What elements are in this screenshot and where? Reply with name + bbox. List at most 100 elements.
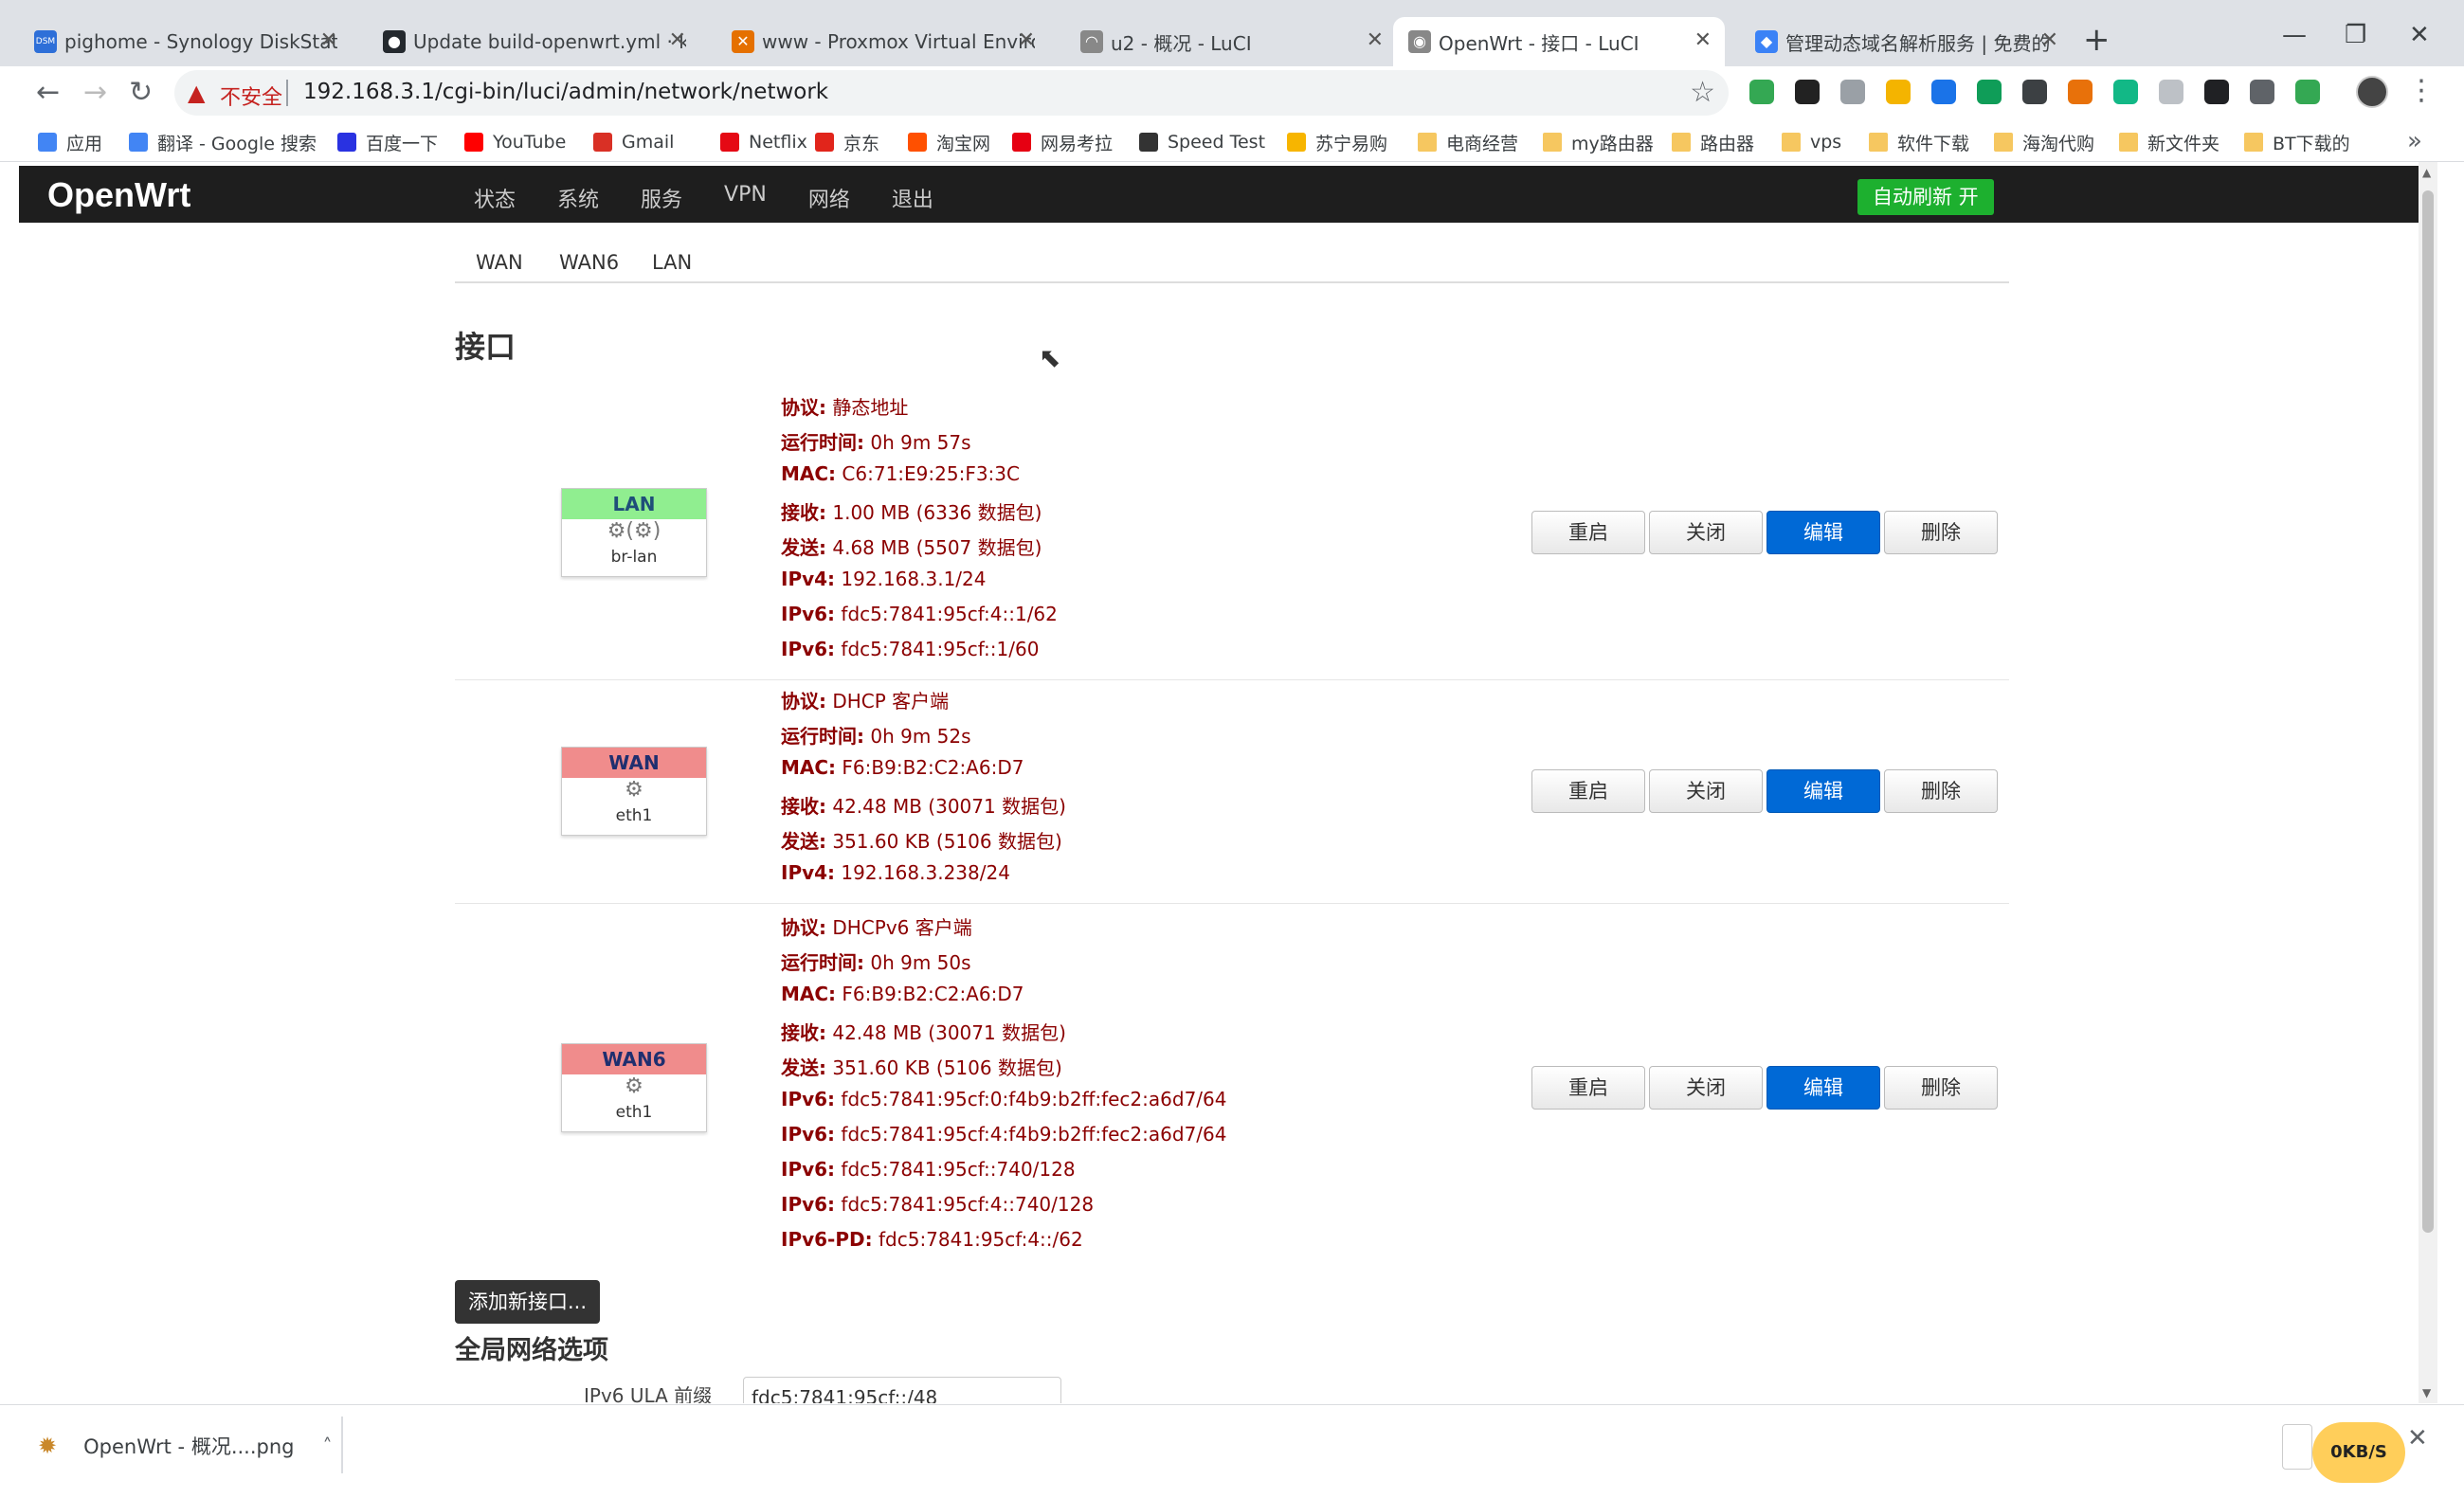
- extension-icon[interactable]: [2159, 80, 2183, 104]
- network-speed-widget[interactable]: 0KB/S: [2312, 1422, 2405, 1483]
- shield-extension-icon[interactable]: [1977, 80, 2002, 104]
- browser-tab[interactable]: ◉ OpenWrt - 接口 - LuCI ✕: [1393, 17, 1725, 66]
- edit-button[interactable]: 编辑: [1766, 511, 1880, 554]
- scroll-thumb[interactable]: [2422, 190, 2434, 1233]
- stop-button[interactable]: 关闭: [1649, 1066, 1763, 1110]
- bookmark-item[interactable]: 百度一下: [337, 129, 438, 155]
- auto-refresh-toggle[interactable]: 自动刷新 开: [1857, 179, 1994, 215]
- bookmark-item[interactable]: 海淘代购: [1994, 129, 2094, 155]
- browser-tab[interactable]: ◆ 管理动态域名解析服务 | 免费的 ✕: [1740, 17, 2072, 66]
- info-line: IPv6: fdc5:7841:95cf:4::740/128: [781, 1193, 1226, 1228]
- more-bookmarks-icon[interactable]: »: [2407, 127, 2422, 155]
- browser-tab[interactable]: ● Update build-openwrt.yml · ke ✕: [368, 17, 699, 66]
- info-line: MAC: C6:71:E9:25:F3:3C: [781, 462, 1058, 497]
- scroll-up-icon[interactable]: ▲: [2422, 166, 2431, 179]
- delete-button[interactable]: 删除: [1884, 1066, 1998, 1110]
- bookmark-item[interactable]: Gmail: [593, 129, 674, 155]
- extension-icon[interactable]: [2068, 80, 2093, 104]
- bookmark-label: 网易考拉: [1041, 133, 1114, 154]
- browser-tab[interactable]: ◠ u2 - 概况 - LuCI ✕: [1065, 17, 1397, 66]
- bookmark-item[interactable]: 应用: [38, 129, 102, 155]
- back-icon[interactable]: ←: [36, 76, 60, 109]
- close-tab-icon[interactable]: ✕: [1018, 28, 1035, 52]
- restart-button[interactable]: 重启: [1531, 1066, 1645, 1110]
- info-value: F6:B9:B2:C2:A6:D7: [842, 983, 1024, 1005]
- bookmark-item[interactable]: 京东: [815, 129, 879, 155]
- close-window-icon[interactable]: ✕: [2409, 21, 2430, 49]
- ula-prefix-input[interactable]: [743, 1377, 1061, 1403]
- scroll-down-icon[interactable]: ▼: [2422, 1386, 2431, 1399]
- bookmark-item[interactable]: Netflix: [720, 129, 807, 155]
- info-line: 发送: 4.68 MB (5507 数据包): [781, 532, 1058, 568]
- extension-icon[interactable]: [2295, 80, 2320, 104]
- restart-button[interactable]: 重启: [1531, 511, 1645, 554]
- browser-tab[interactable]: DSM pighome - Synology DiskStatio ✕: [19, 17, 351, 66]
- chevron-up-icon[interactable]: ˄: [323, 1435, 333, 1457]
- bookmark-item[interactable]: 新文件夹: [2119, 129, 2219, 155]
- subtab-lan[interactable]: LAN: [652, 251, 692, 274]
- edit-button[interactable]: 编辑: [1766, 769, 1880, 813]
- main-nav-item[interactable]: 退出: [892, 183, 933, 213]
- profile-avatar[interactable]: [2356, 76, 2388, 108]
- url-text[interactable]: 192.168.3.1/cgi-bin/luci/admin/network/n…: [303, 80, 828, 104]
- bookmark-item[interactable]: 路由器: [1672, 129, 1754, 155]
- subtab-wan6[interactable]: WAN6: [559, 251, 619, 274]
- mail-extension-icon[interactable]: [1840, 80, 1865, 104]
- main-nav-item[interactable]: 网络: [808, 183, 850, 213]
- close-tab-icon[interactable]: ✕: [320, 28, 337, 52]
- stop-button[interactable]: 关闭: [1649, 769, 1763, 813]
- extension-icon[interactable]: [2204, 80, 2229, 104]
- extension-icon[interactable]: [1886, 80, 1911, 104]
- close-tab-icon[interactable]: ✕: [2041, 28, 2058, 52]
- add-interface-button[interactable]: 添加新接口...: [455, 1280, 601, 1324]
- tab-title: OpenWrt - 接口 - LuCI: [1439, 31, 1640, 55]
- bookmark-item[interactable]: 翻译 - Google 搜索: [129, 129, 317, 155]
- bookmark-item[interactable]: BT下载的: [2244, 129, 2350, 155]
- brand-logo[interactable]: OpenWrt: [47, 175, 190, 215]
- download-item[interactable]: ✹ OpenWrt - 概况....png ˄: [38, 1424, 333, 1468]
- close-download-bar-icon[interactable]: ✕: [2407, 1424, 2428, 1453]
- menu-kebab-icon[interactable]: ⋮: [2407, 74, 2436, 107]
- extension-icon[interactable]: [1795, 80, 1820, 104]
- bookmark-item[interactable]: vps: [1782, 129, 1841, 155]
- close-tab-icon[interactable]: ✕: [1694, 28, 1712, 52]
- drive-extension-icon[interactable]: [1749, 80, 1774, 104]
- restart-button[interactable]: 重启: [1531, 769, 1645, 813]
- bookmark-item[interactable]: 苏宁易购: [1287, 129, 1387, 155]
- main-nav-item[interactable]: 服务: [641, 183, 682, 213]
- delete-button[interactable]: 删除: [1884, 769, 1998, 813]
- bookmark-item[interactable]: 电商经营: [1418, 129, 1518, 155]
- info-value: 4.68 MB (5507 数据包): [832, 536, 1042, 559]
- extension-icon[interactable]: [1931, 80, 1956, 104]
- edit-button[interactable]: 编辑: [1766, 1066, 1880, 1110]
- main-nav-item[interactable]: VPN: [724, 183, 767, 213]
- main-nav-item[interactable]: 状态: [474, 183, 516, 213]
- subtab-wan[interactable]: WAN: [476, 251, 523, 274]
- reload-icon[interactable]: ↻: [129, 76, 153, 109]
- minimize-icon[interactable]: —: [2282, 21, 2307, 49]
- bookmark-item[interactable]: YouTube: [464, 129, 566, 155]
- address-bar[interactable]: ▲ 不安全 192.168.3.1/cgi-bin/luci/admin/net…: [174, 70, 1729, 116]
- close-tab-icon[interactable]: ✕: [669, 28, 686, 52]
- insecure-label[interactable]: 不安全: [220, 81, 282, 111]
- bookmark-item[interactable]: Speed Test: [1139, 129, 1265, 155]
- bookmark-item[interactable]: 网易考拉: [1012, 129, 1113, 155]
- show-all-button[interactable]: [2282, 1424, 2312, 1470]
- bookmark-item[interactable]: my路由器: [1543, 129, 1654, 155]
- bookmark-item[interactable]: 软件下载: [1869, 129, 1969, 155]
- main-nav-item[interactable]: 系统: [557, 183, 599, 213]
- extension-icon[interactable]: [2022, 80, 2047, 104]
- pen-extension-icon[interactable]: [2250, 80, 2274, 104]
- close-tab-icon[interactable]: ✕: [1367, 28, 1384, 52]
- page-scrollbar[interactable]: ▲ ▼: [2419, 162, 2437, 1403]
- delete-button[interactable]: 删除: [1884, 511, 1998, 554]
- new-tab-button[interactable]: +: [2083, 21, 2111, 59]
- forward-icon[interactable]: →: [83, 76, 107, 109]
- extension-icon[interactable]: [2113, 80, 2138, 104]
- stop-button[interactable]: 关闭: [1649, 511, 1763, 554]
- luci-icon: ◠: [1080, 30, 1103, 53]
- bookmark-star-icon[interactable]: ☆: [1690, 76, 1715, 109]
- bookmark-item[interactable]: 淘宝网: [908, 129, 990, 155]
- browser-tab[interactable]: ✕ www - Proxmox Virtual Enviror ✕: [716, 17, 1048, 66]
- restore-icon[interactable]: ❐: [2345, 21, 2366, 49]
